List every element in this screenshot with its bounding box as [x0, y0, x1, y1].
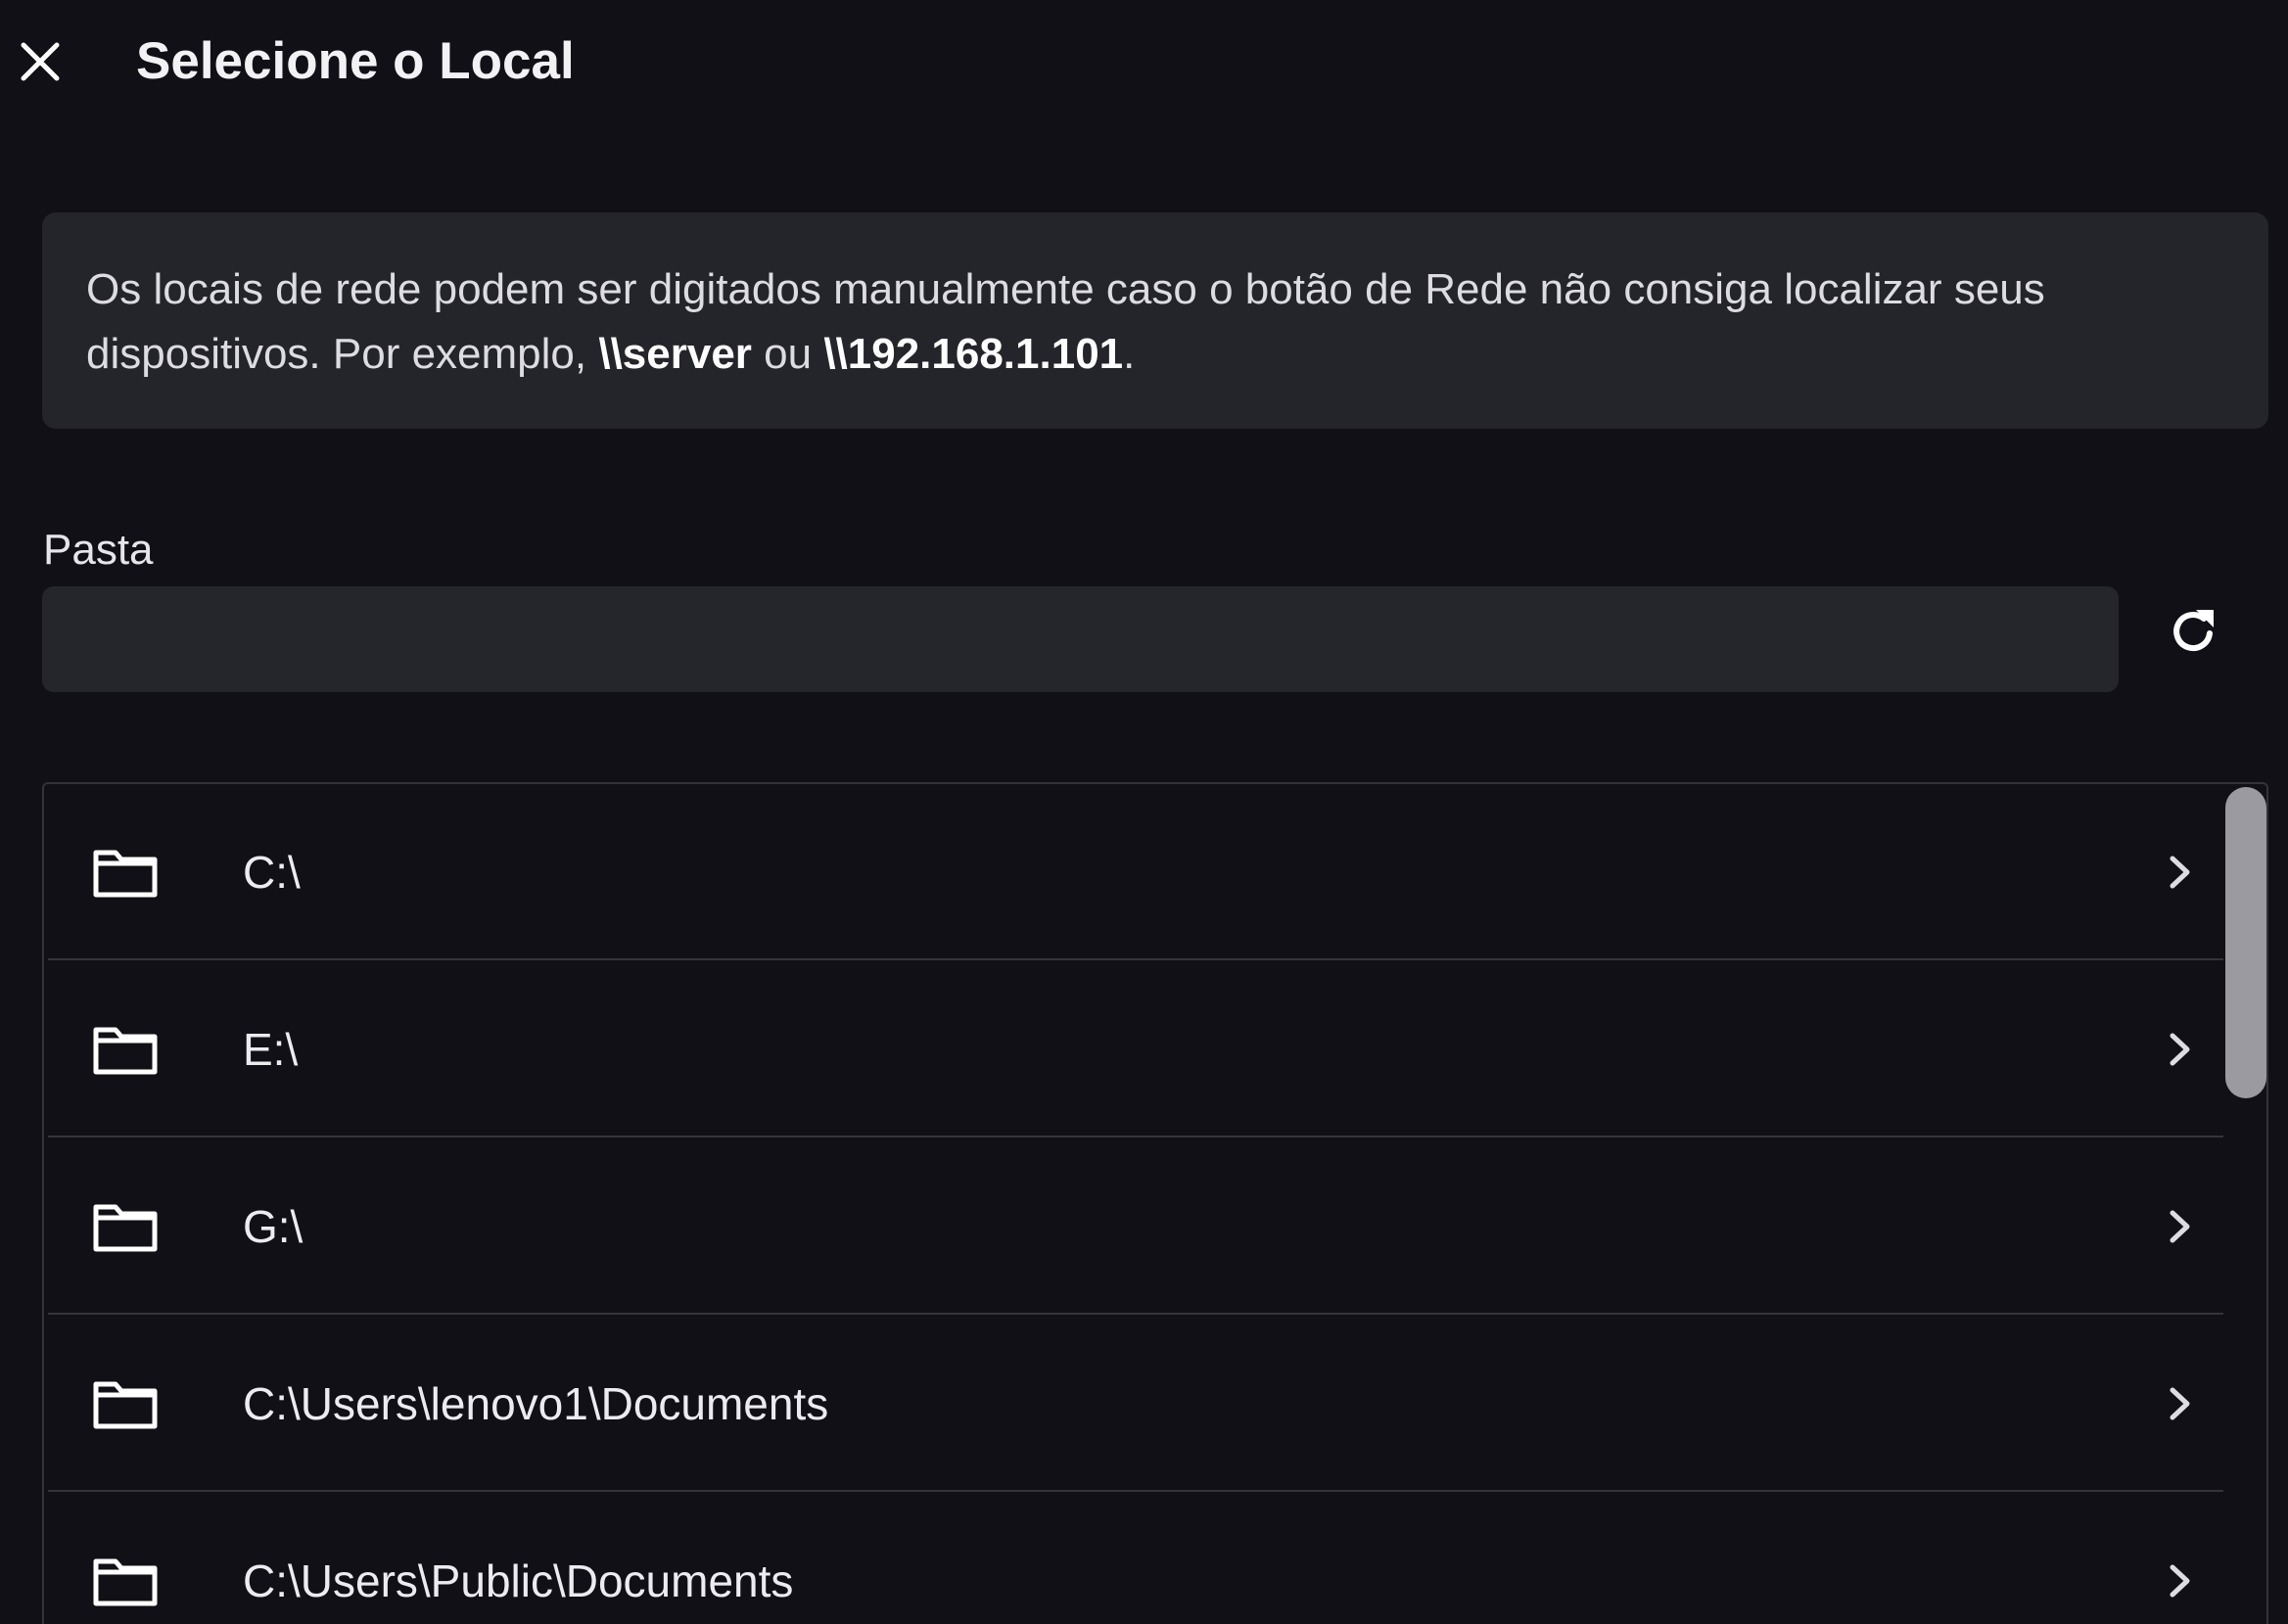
location-list: C:\ E:\ G:\ C:\Users\lenovo1\Documents C…	[42, 782, 2268, 1624]
list-item-label: C:\Users\lenovo1\Documents	[243, 1378, 829, 1429]
refresh-button[interactable]	[2160, 597, 2228, 666]
list-item[interactable]: C:\Users\lenovo1\Documents	[48, 1316, 2223, 1492]
hint-text-or: ou	[751, 330, 824, 378]
list-item[interactable]: C:\Users\Public\Documents	[48, 1493, 2223, 1624]
chevron-right-icon	[2170, 1033, 2190, 1066]
list-scrollbar[interactable]	[2223, 784, 2266, 1624]
folder-icon	[93, 1558, 158, 1606]
chevron-right-icon	[2170, 1387, 2190, 1420]
hint-example-ip: \\192.168.1.101	[823, 330, 1124, 378]
folder-label: Pasta	[43, 526, 154, 574]
list-item[interactable]: C:\	[48, 784, 2223, 960]
list-item-label: E:\	[243, 1024, 299, 1075]
list-item[interactable]: G:\	[48, 1138, 2223, 1315]
chevron-right-icon	[2170, 1564, 2190, 1598]
hint-text-end: .	[1123, 330, 1136, 378]
dialog-header: Selecione o Local	[0, 0, 2288, 127]
network-hint-panel: Os locais de rede podem ser digitados ma…	[42, 212, 2268, 429]
folder-icon	[93, 1381, 158, 1429]
close-button[interactable]	[8, 29, 72, 94]
hint-example-server: \\server	[598, 330, 752, 378]
scrollbar-thumb[interactable]	[2225, 787, 2266, 1098]
folder-path-input[interactable]	[42, 586, 2119, 692]
row-divider	[48, 1136, 2223, 1137]
chevron-right-icon	[2170, 1210, 2190, 1243]
chevron-right-icon	[2170, 856, 2190, 889]
refresh-icon	[2173, 610, 2214, 651]
row-divider	[48, 958, 2223, 960]
row-divider	[48, 1313, 2223, 1315]
folder-icon	[93, 850, 158, 898]
row-divider	[48, 1490, 2223, 1492]
dialog-title: Selecione o Local	[136, 32, 575, 90]
location-dialog: Selecione o Local Os locais de rede pode…	[0, 0, 2288, 1624]
folder-icon	[93, 1204, 158, 1252]
close-icon	[21, 42, 60, 81]
list-item-label: C:\Users\Public\Documents	[243, 1555, 794, 1606]
list-item-label: C:\	[243, 847, 301, 898]
list-item[interactable]: E:\	[48, 961, 2223, 1137]
folder-icon	[93, 1027, 158, 1075]
list-item-label: G:\	[243, 1201, 304, 1252]
